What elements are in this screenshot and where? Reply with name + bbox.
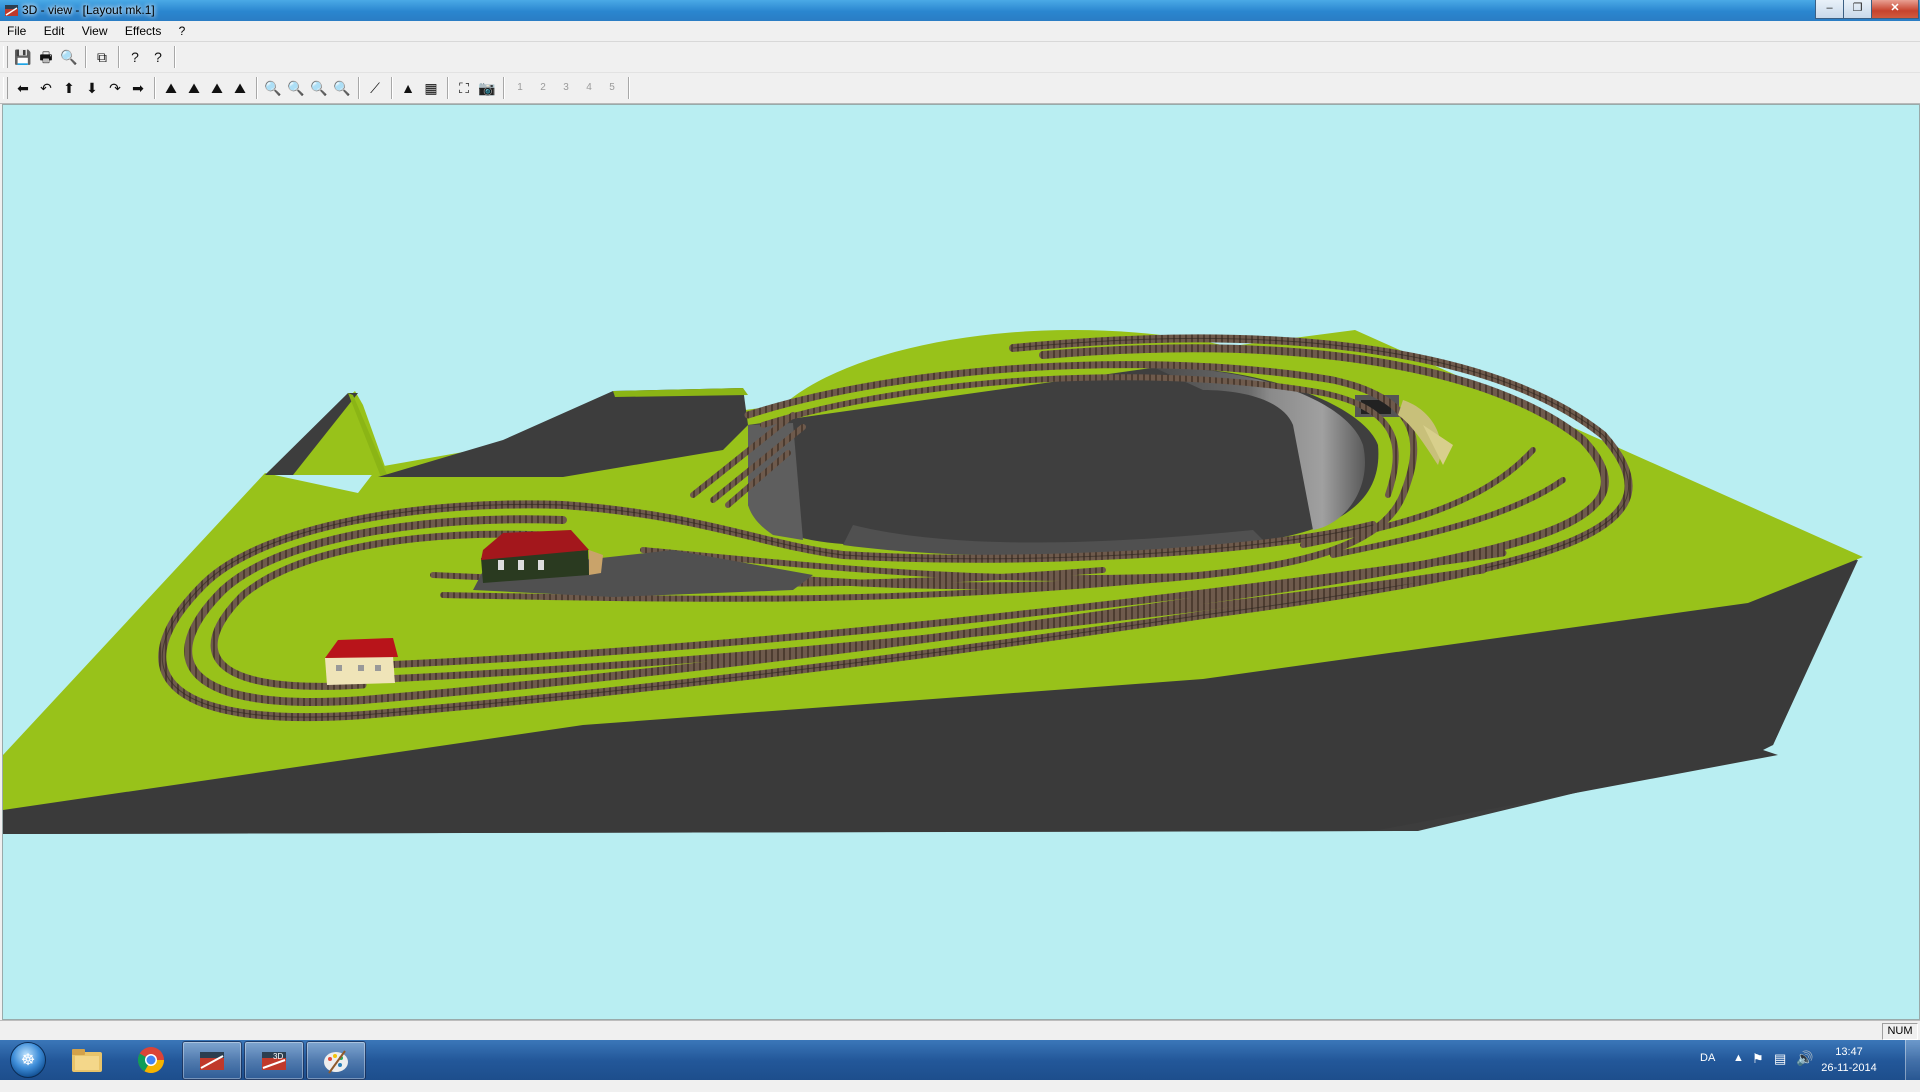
toolbar-separator (503, 77, 505, 99)
3d-viewport[interactable] (2, 104, 1920, 1020)
windows-logo-icon: ☸ (10, 1042, 46, 1078)
track-icon[interactable]: ⟋ (365, 78, 385, 98)
house-building (325, 638, 398, 685)
camera-icon[interactable]: 📷 (477, 78, 497, 98)
zoom-out-icon[interactable]: 🔍 (263, 78, 283, 98)
train-3-icon[interactable]: 3 (556, 78, 576, 98)
volume-icon[interactable]: 🔊 (1796, 1050, 1813, 1090)
clock-time: 13:47 (1835, 1046, 1863, 1058)
tilt-view-1-icon[interactable]: ⛰ (161, 78, 181, 98)
terrain-icon[interactable]: ▲ (398, 78, 418, 98)
tilt-view-2-icon[interactable]: ⛰ (184, 78, 204, 98)
show-hidden-icons-icon[interactable]: ▲ (1733, 1052, 1744, 1092)
clock-date: 26-11-2014 (1821, 1062, 1877, 1074)
train-2-icon[interactable]: 2 (533, 78, 553, 98)
menu-file[interactable]: File (0, 21, 33, 38)
view-toolbar: ⬅ ↶ ⬆ ⬇ ↷ ➡ ⛰ ⛰ ⛰ ⛰ 🔍 🔍 🔍 🔍 ⟋ ▲ ▦ ⛶ 📷 1 2 3 4 5 (0, 73, 1920, 104)
show-desktop-button[interactable] (1905, 1040, 1920, 1080)
menu-edit[interactable]: Edit (37, 21, 72, 38)
menu-view[interactable]: View (75, 21, 115, 38)
app-icon (5, 5, 18, 16)
toolbar-separator (447, 77, 449, 99)
rotate-left-icon[interactable]: ↶ (36, 78, 56, 98)
toolbar-separator (154, 77, 156, 99)
toolbar-separator (85, 46, 87, 68)
toolbar-separator (391, 77, 393, 99)
standard-toolbar: 💾 🖶 🔍 ⧉?? (0, 42, 1920, 73)
copy-icon[interactable]: ⧉ (92, 47, 112, 67)
svg-text:3D: 3D (273, 1052, 283, 1061)
menu-effects[interactable]: Effects (118, 21, 168, 38)
3d-scene (3, 330, 1863, 834)
toolbar-separator (118, 46, 120, 68)
zoom-out-2-icon[interactable]: 🔍 (286, 78, 306, 98)
save-icon[interactable]: 💾 (13, 47, 33, 67)
train-4-icon[interactable]: 4 (579, 78, 599, 98)
toolbar-end (174, 46, 176, 68)
zoom-in-icon[interactable]: 🔍 (309, 78, 329, 98)
toolbar-grip[interactable] (3, 77, 8, 99)
train-1-icon[interactable]: 1 (510, 78, 530, 98)
menu-help[interactable]: ? (172, 21, 193, 38)
arrow-down-icon[interactable]: ⬇ (82, 78, 102, 98)
print-icon[interactable]: 🖶 (36, 47, 56, 67)
context-help-icon[interactable]: ? (148, 47, 168, 67)
menu-bar: File Edit View Effects ? (0, 21, 1920, 42)
tilt-view-3-icon[interactable]: ⛰ (207, 78, 227, 98)
print-preview-icon[interactable]: 🔍 (59, 47, 79, 67)
toolbar-separator (358, 77, 360, 99)
wintrack-3d-icon[interactable]: 3D (244, 1041, 304, 1080)
language-indicator[interactable]: DA (1700, 1052, 1715, 1092)
maximize-button[interactable]: ❐ (1843, 0, 1872, 19)
network-icon[interactable]: ▤ (1774, 1051, 1786, 1091)
train-5-icon[interactable]: 5 (602, 78, 622, 98)
zoom-in-2-icon[interactable]: 🔍 (332, 78, 352, 98)
fit-view-icon[interactable]: ⛶ (454, 78, 474, 98)
start-button[interactable]: ☸ (4, 1040, 52, 1080)
explorer-icon[interactable] (58, 1041, 116, 1078)
window-title: 3D - view - [Layout mk.1] (22, 3, 155, 17)
chrome-icon[interactable] (122, 1041, 180, 1078)
help-icon[interactable]: ? (125, 47, 145, 67)
rotate-right-icon[interactable]: ↷ (105, 78, 125, 98)
arrow-up-icon[interactable]: ⬆ (59, 78, 79, 98)
tilt-view-4-icon[interactable]: ⛰ (230, 78, 250, 98)
minimize-button[interactable]: – (1815, 0, 1844, 19)
num-lock-indicator: NUM (1882, 1023, 1918, 1040)
taskbar: ☸ 3D DA ▲ ⚑ ▤ 🔊 13:47 26-11-2014 (0, 1040, 1920, 1080)
arrow-left-icon[interactable]: ⬅ (13, 78, 33, 98)
toolbar-grip[interactable] (3, 46, 8, 68)
paint-icon[interactable] (306, 1041, 366, 1080)
system-clock[interactable]: 13:47 26-11-2014 (1814, 1044, 1884, 1076)
action-center-flag-icon[interactable]: ⚑ (1752, 1051, 1764, 1091)
grid-icon[interactable]: ▦ (421, 78, 441, 98)
toolbar-separator (256, 77, 258, 99)
arrow-right-icon[interactable]: ➡ (128, 78, 148, 98)
title-bar: 3D - view - [Layout mk.1] – ❐ ✕ (0, 0, 1920, 21)
wintrack-icon[interactable] (182, 1041, 242, 1080)
status-bar: NUM (0, 1020, 1920, 1041)
toolbar-end (628, 77, 630, 99)
close-button[interactable]: ✕ (1871, 0, 1919, 19)
